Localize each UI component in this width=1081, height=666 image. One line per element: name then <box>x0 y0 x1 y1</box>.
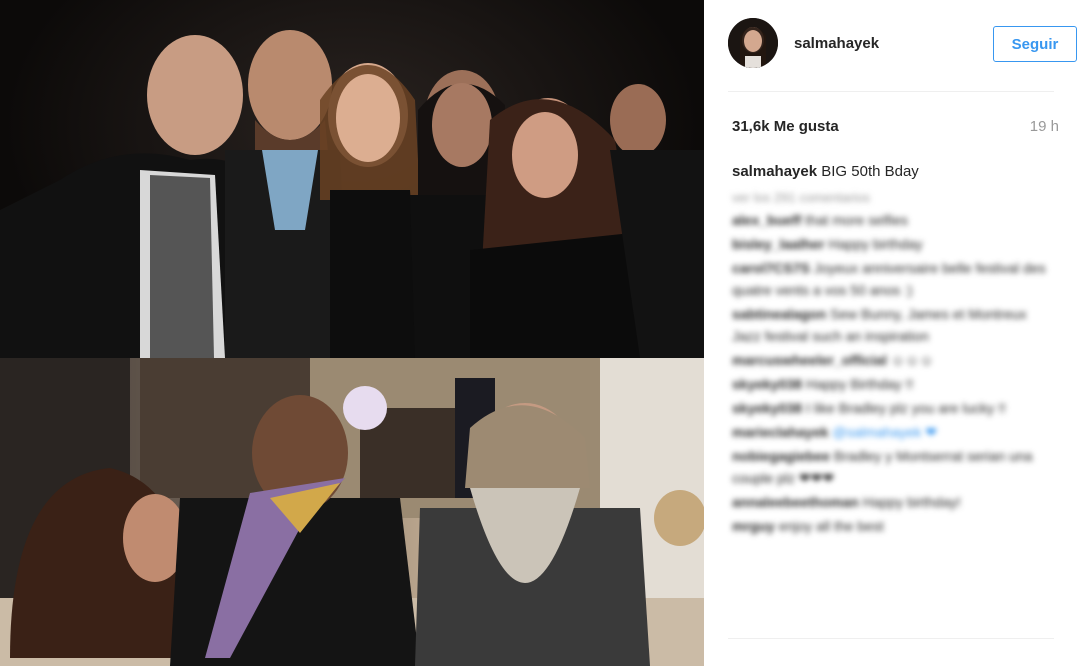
comment-item: nobiegagiebee Bradley y Montserrat seria… <box>732 445 1052 489</box>
living-room-photo <box>0 358 704 666</box>
comment-user[interactable]: bisley_laalher <box>732 236 825 252</box>
group-photo-illustration <box>0 30 704 358</box>
username-link[interactable]: salmahayek <box>794 35 879 52</box>
comment-text: enjoy all the best <box>778 518 884 534</box>
comment-item: skyeky038 I like Bradley plz you are luc… <box>732 397 1052 419</box>
comments-list: ver los 291 comentarios alex_bueff that … <box>732 190 1052 539</box>
post-sidebar: salmahayek Seguir 31,6k Me gusta 19 h sa… <box>704 0 1081 666</box>
comment-text: that more selfies <box>805 212 908 228</box>
caption-text: BIG 50th Bday <box>821 163 919 180</box>
avatar-image <box>728 18 778 68</box>
comment-text: @salmahayek ❤ <box>832 424 937 440</box>
comments-divider <box>728 638 1054 639</box>
post-caption: salmahayek BIG 50th Bday <box>732 163 919 180</box>
comment-user[interactable]: carol7CS7S <box>732 260 810 276</box>
comment-user[interactable]: skyeky038 <box>732 376 802 392</box>
comment-item: bisley_laalher Happy birthday <box>732 233 1052 255</box>
comment-text: I like Bradley plz you are lucky !! <box>805 400 1006 416</box>
post-time[interactable]: 19 h <box>1030 118 1059 135</box>
avatar[interactable] <box>728 18 778 68</box>
comment-item: carol7CS7S Joyeux anniversaire belle fes… <box>732 257 1052 301</box>
comment-user[interactable]: annaleebeethoman <box>732 494 859 510</box>
comment-text: Happy birthday <box>828 236 923 252</box>
comment-text: Happy Birthday !! <box>805 376 914 392</box>
comment-item: marcuswheeler_official ☺☺☺ <box>732 349 1052 371</box>
comment-item: sabtinealagon Sew Bunny, James et Montre… <box>732 303 1052 347</box>
living-room-illustration <box>0 358 704 666</box>
post-photo[interactable] <box>0 0 704 666</box>
header-divider <box>728 91 1054 92</box>
comment-user[interactable]: mrguy <box>732 518 775 534</box>
comment-user[interactable]: nobiegagiebee <box>732 448 830 464</box>
caption-username[interactable]: salmahayek <box>732 163 817 180</box>
comment-item: marieclahayek @salmahayek ❤ <box>732 421 1052 443</box>
comment-item: alex_bueff that more selfies <box>732 209 1052 231</box>
likes-count[interactable]: 31,6k Me gusta <box>732 118 839 135</box>
comment-item: skyeky038 Happy Birthday !! <box>732 373 1052 395</box>
comment-user[interactable]: marieclahayek <box>732 424 829 440</box>
follow-button[interactable]: Seguir <box>993 26 1077 62</box>
load-more-comments[interactable]: ver los 291 comentarios <box>732 190 1052 205</box>
comment-user[interactable]: sabtinealagon <box>732 306 826 322</box>
comment-text: ☺☺☺ <box>890 352 934 368</box>
comment-user[interactable]: alex_bueff <box>732 212 801 228</box>
post-header: salmahayek Seguir <box>728 18 1078 70</box>
comment-user[interactable]: skyeky038 <box>732 400 802 416</box>
comment-text: Happy birthday! <box>862 494 961 510</box>
comment-item: mrguy enjoy all the best <box>732 515 1052 537</box>
comment-item: annaleebeethoman Happy birthday! <box>732 491 1052 513</box>
comment-user[interactable]: marcuswheeler_official <box>732 352 887 368</box>
group-photo <box>0 0 704 358</box>
